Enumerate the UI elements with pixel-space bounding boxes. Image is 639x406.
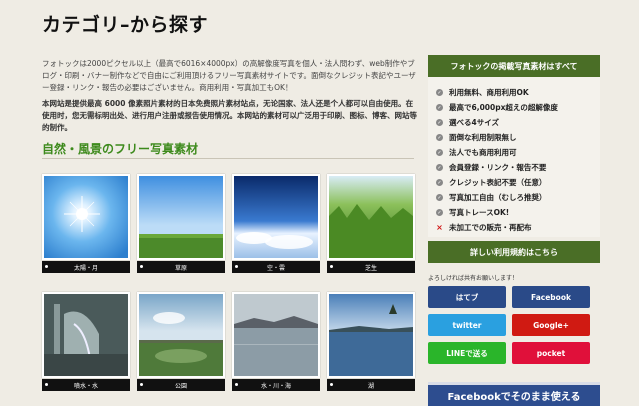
bullet-icon: [140, 383, 143, 386]
category-caption[interactable]: 公園: [137, 379, 225, 391]
category-caption[interactable]: 噴水・水: [42, 379, 130, 391]
feature-item: ✓ 面倒な利用制限無し: [436, 133, 517, 142]
feature-item: ✓ 会員登録・リンク・報告不要: [436, 163, 547, 172]
category-tile-park[interactable]: 公園: [137, 292, 225, 391]
bullet-icon: [45, 383, 48, 386]
feature-item: ✓ 利用無料、商用利用OK: [436, 88, 529, 97]
intro-japanese: フォトックは2000ピクセル以上（最高で6016×4000px）の高解像度写真を…: [42, 59, 416, 92]
lawn-photo[interactable]: [327, 174, 415, 260]
feature-item: ✓ 法人でも商用利用可: [436, 148, 517, 157]
lake-photo[interactable]: [327, 292, 415, 378]
share-note: よろしければ共有お願いします！: [428, 275, 519, 282]
grassland-photo[interactable]: [137, 174, 225, 260]
bullet-icon: [330, 383, 333, 386]
category-tile-sun-moon[interactable]: 太陽・月: [42, 174, 130, 273]
sidebar-header: フォトックの掲載写真素材はすべて: [428, 55, 600, 77]
category-caption[interactable]: 湖: [327, 379, 415, 391]
bullet-icon: [140, 265, 143, 268]
section-title: 自然・風景のフリー写真素材: [42, 142, 199, 156]
check-icon: ✓: [436, 179, 443, 186]
bullet-icon: [330, 265, 333, 268]
facebook-share-button[interactable]: Facebook: [512, 286, 590, 308]
category-caption[interactable]: 水・川・海: [232, 379, 320, 391]
category-tile-water-river-sea[interactable]: 水・川・海: [232, 292, 320, 391]
check-icon: ✓: [436, 149, 443, 156]
bullet-icon: [235, 383, 238, 386]
intro-chinese: 本网站是提供最高 6000 像素照片素材的日本免费照片素材站点，无论国家、法人还…: [42, 99, 417, 132]
check-icon: ✓: [436, 104, 443, 111]
category-caption[interactable]: 空・雲: [232, 261, 320, 273]
check-icon: ✓: [436, 134, 443, 141]
feature-item: ✓ 写真加工自由（むしろ推奨）: [436, 193, 547, 202]
check-icon: ✓: [436, 89, 443, 96]
check-icon: ✓: [436, 194, 443, 201]
cross-icon: ×: [436, 223, 443, 232]
category-tile-sky-clouds[interactable]: 空・雲: [232, 174, 320, 273]
check-icon: ✓: [436, 119, 443, 126]
feature-item: ✓ 最高で6,000px超えの超解像度: [436, 103, 558, 112]
line-share-button[interactable]: LINEで送る: [428, 342, 506, 364]
google-plus-share-button[interactable]: Google+: [512, 314, 590, 336]
check-icon: ✓: [436, 164, 443, 171]
category-caption[interactable]: 太陽・月: [42, 261, 130, 273]
facebook-banner[interactable]: Facebookでそのまま使える: [428, 382, 600, 406]
pocket-share-button[interactable]: pocket: [512, 342, 590, 364]
bullet-icon: [45, 265, 48, 268]
terms-button[interactable]: 詳しい利用規約はこちら: [428, 241, 600, 263]
feature-item-prohibited: × 未加工での販売・再配布: [436, 223, 532, 232]
feature-item: ✓ 写真トレースOK!: [436, 208, 510, 217]
section-divider: [42, 158, 414, 159]
feature-item: ✓ クレジット表記不要（任意）: [436, 178, 547, 187]
feature-list: ✓ 利用無料、商用利用OK ✓ 最高で6,000px超えの超解像度 ✓ 選べる4サイズ…: [428, 77, 600, 237]
water-river-sea-photo[interactable]: [232, 292, 320, 378]
share-buttons: はてブ Facebook twitter Google+ LINEで送る poc…: [428, 286, 600, 364]
category-caption[interactable]: 芝生: [327, 261, 415, 273]
feature-item: ✓ 選べる4サイズ: [436, 118, 499, 127]
category-tile-fountain-water[interactable]: 噴水・水: [42, 292, 130, 391]
category-caption[interactable]: 草原: [137, 261, 225, 273]
bullet-icon: [235, 265, 238, 268]
page-title: カテゴリ–から探す: [42, 14, 209, 36]
fountain-photo[interactable]: [42, 292, 130, 378]
park-photo[interactable]: [137, 292, 225, 378]
category-tile-lake[interactable]: 湖: [327, 292, 415, 391]
sun-photo[interactable]: [42, 174, 130, 260]
check-icon: ✓: [436, 209, 443, 216]
intro-text: フォトックは2000ピクセル以上（最高で6016×4000px）の高解像度写真を…: [42, 58, 417, 138]
category-tile-grassland[interactable]: 草原: [137, 174, 225, 273]
sidebar: フォトックの掲載写真素材はすべて ✓ 利用無料、商用利用OK ✓ 最高で6,000p…: [428, 55, 600, 364]
hatebu-share-button[interactable]: はてブ: [428, 286, 506, 308]
category-tile-lawn[interactable]: 芝生: [327, 174, 415, 273]
twitter-share-button[interactable]: twitter: [428, 314, 506, 336]
sky-clouds-photo[interactable]: [232, 174, 320, 260]
